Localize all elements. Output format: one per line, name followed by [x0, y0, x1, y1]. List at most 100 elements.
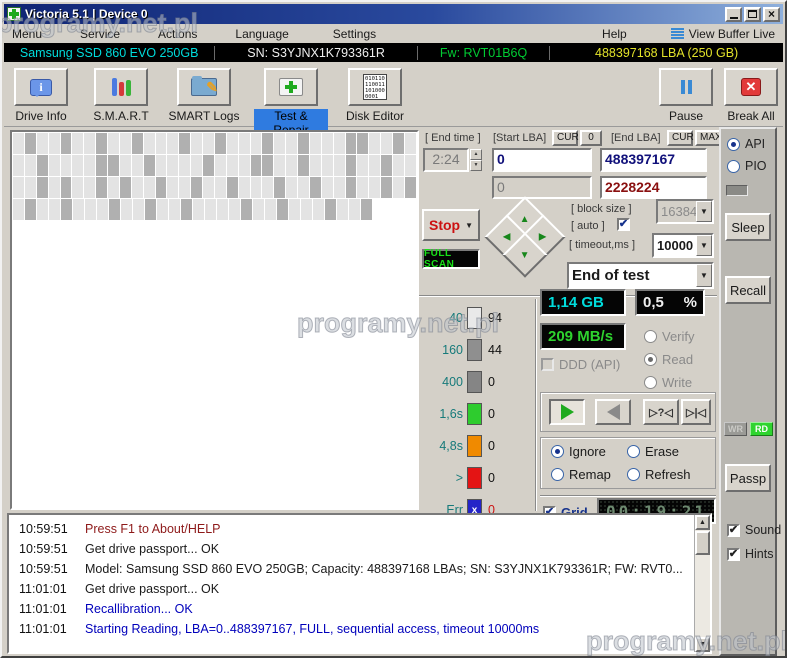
scan-block: [97, 199, 108, 220]
scan-block: [203, 155, 214, 176]
retry-button[interactable]: ▷?◁: [643, 399, 679, 425]
scan-block: [405, 155, 416, 176]
scan-block: [84, 133, 95, 154]
step-back-icon: [599, 404, 620, 420]
ddd-api-option[interactable]: DDD (API): [541, 357, 620, 372]
block-size-combo[interactable]: 16384 ▼: [656, 199, 714, 224]
menu-item-actions[interactable]: Actions: [158, 27, 197, 41]
scan-block: [133, 199, 144, 220]
timeout-label: [ timeout,ms ]: [569, 239, 635, 251]
sound-checkbox[interactable]: [727, 524, 740, 537]
erase-radio[interactable]: [627, 445, 640, 458]
minimize-button[interactable]: [725, 7, 742, 22]
scan-block: [310, 155, 321, 176]
log-scrollbar[interactable]: ▲ ▼: [694, 515, 710, 652]
end-time-field[interactable]: 2:24: [423, 148, 469, 172]
menu-item-language[interactable]: Language: [235, 27, 288, 41]
maximize-button[interactable]: [744, 7, 761, 22]
log-message: Press F1 to About/HELP: [85, 522, 221, 536]
scan-block: [191, 177, 202, 198]
test-repair-button[interactable]: Test & Repair: [254, 68, 328, 137]
timeout-combo[interactable]: 10000 ▼: [652, 233, 714, 258]
pio-option[interactable]: PIO: [727, 159, 767, 173]
end-lba-input[interactable]: 488397167: [600, 148, 707, 172]
seek-end-button[interactable]: ▷|◁: [681, 399, 711, 425]
scan-block: [49, 177, 60, 198]
scan-block: [369, 177, 380, 198]
ignore-radio[interactable]: [551, 445, 564, 458]
block-size-dropdown-icon[interactable]: ▼: [696, 201, 712, 222]
scrollbar-thumb[interactable]: [695, 531, 710, 555]
smart-button[interactable]: S.M.A.R.T: [84, 68, 158, 123]
scan-block: [239, 133, 250, 154]
log-time: 10:59:51: [19, 562, 71, 576]
scan-grid-row: [13, 133, 417, 155]
scan-block: [108, 133, 119, 154]
ignore-option[interactable]: Ignore: [551, 444, 606, 459]
menu-item-help[interactable]: Help: [602, 27, 627, 41]
scan-block: [227, 133, 238, 154]
end-lba-cur-button[interactable]: CUR: [667, 130, 693, 146]
api-option[interactable]: API: [727, 137, 765, 151]
title-bar[interactable]: Victoria 5.1 | Device 0 ×: [4, 4, 783, 24]
end-action-combo[interactable]: End of test ▼: [567, 262, 714, 289]
timeout-dropdown-icon[interactable]: ▼: [696, 235, 712, 256]
hints-option[interactable]: Hints: [727, 547, 773, 561]
auto-label: [ auto ]: [571, 220, 605, 232]
recall-button[interactable]: Recall: [725, 276, 771, 304]
break-all-button[interactable]: ✕ Break All: [716, 68, 786, 123]
passport-button[interactable]: Passp: [725, 464, 771, 492]
retry-icon: ▷?◁: [649, 406, 673, 419]
start-lba-zero-button[interactable]: 0: [580, 130, 602, 146]
refresh-radio[interactable]: [627, 468, 640, 481]
erase-option[interactable]: Erase: [627, 444, 679, 459]
arrow-up-icon: ▲: [520, 214, 530, 225]
hints-checkbox[interactable]: [727, 548, 740, 561]
disk-editor-button[interactable]: 010110 110011 101000 0001 Disk Editor: [338, 68, 412, 123]
sleep-button[interactable]: Sleep: [725, 213, 771, 241]
remap-option[interactable]: Remap: [551, 467, 611, 482]
scan-block: [265, 199, 276, 220]
mode-write-option[interactable]: Write: [644, 375, 692, 390]
smart-logs-button[interactable]: SMART Logs: [167, 68, 241, 123]
sound-option[interactable]: Sound: [727, 523, 781, 537]
scan-block: [361, 199, 372, 220]
mode-verify-option[interactable]: Verify: [644, 329, 695, 344]
pause-button[interactable]: Pause: [649, 68, 723, 123]
pio-radio[interactable]: [727, 160, 740, 173]
spinner-up-icon[interactable]: ▲: [470, 149, 482, 160]
read-radio[interactable]: [644, 353, 657, 366]
scan-block: [346, 155, 357, 176]
end-action-dropdown-icon[interactable]: ▼: [696, 264, 712, 287]
histogram-label: 1,6s: [421, 407, 463, 421]
start-lba-input[interactable]: 0: [492, 148, 592, 172]
verify-radio[interactable]: [644, 330, 657, 343]
menu-item-service[interactable]: Service: [80, 27, 120, 41]
mode-read-option[interactable]: Read: [644, 352, 693, 367]
scan-block: [61, 133, 72, 154]
refresh-option[interactable]: Refresh: [627, 467, 691, 482]
end-time-spinner[interactable]: ▲ ▼: [470, 149, 482, 171]
log-line: 10:59:51 Model: Samsung SSD 860 EVO 250G…: [9, 559, 710, 579]
ddd-api-checkbox[interactable]: [541, 358, 554, 371]
scan-block: [301, 199, 312, 220]
write-radio[interactable]: [644, 376, 657, 389]
remap-radio[interactable]: [551, 468, 564, 481]
scroll-down-icon[interactable]: ▼: [695, 637, 710, 652]
menu-item-settings[interactable]: Settings: [333, 27, 376, 41]
step-back-button[interactable]: [595, 399, 631, 425]
play-button[interactable]: [549, 399, 585, 425]
toolbar: i Drive Info S.M.A.R.T SMART Logs Test &…: [4, 62, 783, 127]
start-lba-cur-button[interactable]: CUR: [552, 130, 578, 146]
scan-block: [274, 177, 285, 198]
close-button[interactable]: ×: [763, 7, 780, 22]
auto-checkbox[interactable]: [617, 218, 630, 231]
api-radio[interactable]: [727, 138, 740, 151]
scan-block: [132, 133, 143, 154]
scroll-up-icon[interactable]: ▲: [695, 515, 710, 530]
drive-info-button[interactable]: i Drive Info: [4, 68, 78, 123]
menu-item-menu[interactable]: Menu: [12, 27, 42, 41]
menu-item-view-buffer-live[interactable]: View Buffer Live: [671, 27, 775, 41]
spinner-down-icon[interactable]: ▼: [470, 160, 482, 171]
stop-button[interactable]: Stop ▼: [422, 209, 480, 241]
